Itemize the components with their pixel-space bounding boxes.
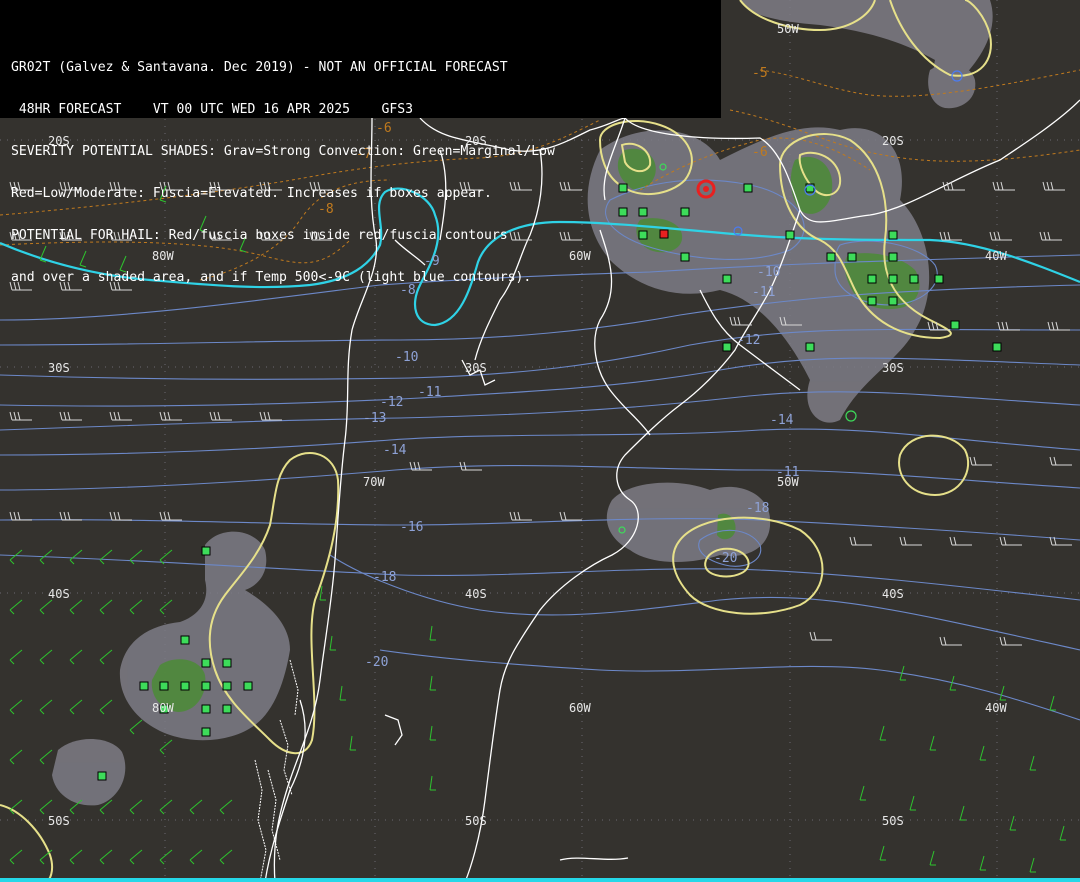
lat-label-40s-west: 40S [48, 587, 70, 601]
lon-label-60w-south: 60W [569, 701, 591, 715]
temp-label-minus14b: -14 [770, 413, 794, 428]
temp-label-minus16: -16 [400, 520, 423, 535]
forecast-header: GR02T (Galvez & Santavana. Dec 2019) - N… [0, 0, 721, 285]
header-title-line: GR02T (Galvez & Santavana. Dec 2019) - N… [11, 61, 508, 75]
temp-label-minus12a: -12 [380, 395, 403, 410]
lat-label-40s-east: 40S [882, 587, 904, 601]
temp-label-minus11b: -11 [752, 285, 775, 300]
lon-label-40w-north: 40W [985, 249, 1007, 263]
temp-label-minus13: -13 [363, 411, 386, 426]
lon-label-50w-north: 50W [777, 22, 799, 36]
temp-label-minus11c: -11 [776, 465, 799, 480]
lat-label-20s-east: 20S [882, 134, 904, 148]
header-hail-legend-line1: POTENTIAL FOR HAIL: Red/fuscia boxes ins… [11, 229, 508, 243]
lat-label-30s-west: 30S [48, 361, 70, 375]
lat-label-30s-mid: 30S [465, 361, 487, 375]
lon-label-40w-south: 40W [985, 701, 1007, 715]
bottom-border-bar [0, 878, 1080, 882]
temp-label-minus10a: -10 [757, 265, 780, 280]
lon-label-80w-south: 80W [152, 701, 174, 715]
temp-label-minus5: -5 [752, 66, 768, 81]
temp-label-minus20a: -20 [714, 551, 737, 566]
lat-label-40s-mid: 40S [465, 587, 487, 601]
temp-label-minus20b: -20 [365, 655, 388, 670]
temp-label-minus12b: -12 [737, 333, 760, 348]
lat-label-50s-west: 50S [48, 814, 70, 828]
lat-label-50s-east: 50S [882, 814, 904, 828]
temp-label-minus18b: -18 [746, 501, 769, 516]
temp-label-minus11a: -11 [418, 385, 441, 400]
lon-label-70w: 70W [363, 475, 385, 489]
temp-label-minus10b: -10 [395, 350, 418, 365]
temp-label-minus14a: -14 [383, 443, 407, 458]
header-severity-legend-line1: SEVERITY POTENTIAL SHADES: Grav=Strong C… [11, 145, 555, 159]
header-hail-legend-line2: and over a shaded area, and if Temp 500<… [11, 271, 532, 285]
lat-label-50s-mid: 50S [465, 814, 487, 828]
temp-label-minus6a: -6 [752, 145, 768, 160]
header-severity-legend-line2: Red=Low/Moderate: Fuscia=Elevated. Incre… [11, 187, 492, 201]
temp-label-minus18a: -18 [373, 570, 396, 585]
forecast-map-panel: 20S 20S 20S 30S 30S 30S 40S 40S 40S 50S … [0, 0, 1080, 882]
lat-label-30s-east: 30S [882, 361, 904, 375]
header-forecast-time-line: 48HR FORECAST VT 00 UTC WED 16 APR 2025 … [11, 103, 414, 117]
